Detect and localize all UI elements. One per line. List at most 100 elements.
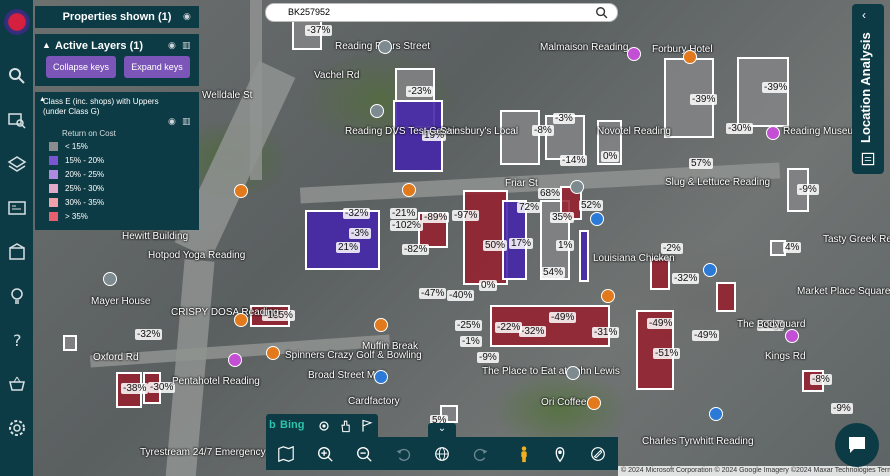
locate-me-icon[interactable] — [316, 418, 332, 434]
legend-label: > 35% — [65, 212, 88, 221]
poi-pin-icon[interactable] — [234, 184, 248, 198]
flag-icon[interactable] — [359, 418, 375, 434]
percent-label: 4% — [783, 242, 802, 253]
properties-shown-header[interactable]: Properties shown (1) ◉ — [35, 6, 199, 28]
street-view-button[interactable] — [514, 444, 534, 464]
property-polygon[interactable] — [716, 282, 736, 312]
poi-pin-icon[interactable] — [587, 396, 601, 410]
undo-button[interactable] — [393, 444, 413, 464]
undo-icon — [396, 448, 411, 461]
search-nav-button[interactable] — [0, 59, 33, 93]
trash-icon[interactable]: ▥ — [182, 40, 191, 51]
place-label: Vachel Rd — [314, 70, 360, 81]
percent-label: -1% — [460, 336, 482, 347]
chat-button[interactable] — [835, 423, 879, 467]
eye-icon[interactable]: ◉ — [183, 11, 191, 22]
chevron-left-icon[interactable]: ‹ — [862, 8, 866, 22]
poi-pin-icon[interactable] — [590, 212, 604, 226]
poi-pin-icon[interactable] — [683, 50, 697, 64]
percent-label: -8% — [532, 125, 554, 136]
percent-label: 57% — [689, 158, 714, 169]
percent-label: 17% — [509, 238, 534, 249]
location-analysis-panel[interactable]: ‹ Location Analysis — [852, 4, 884, 174]
chevron-down-icon: ⌄ — [437, 423, 447, 434]
zoom-in-button[interactable] — [315, 444, 335, 464]
percent-label: -9% — [477, 352, 499, 363]
poi-pin-icon[interactable] — [566, 366, 580, 380]
svg-text:?: ? — [13, 331, 22, 350]
draw-area-button[interactable] — [588, 444, 608, 464]
help-nav-button[interactable]: ? — [0, 323, 33, 357]
poi-pin-icon[interactable] — [785, 329, 799, 343]
poi-pin-icon[interactable] — [374, 370, 388, 384]
poi-pin-icon[interactable] — [234, 313, 248, 327]
property-polygon[interactable] — [579, 230, 589, 282]
poi-pin-icon[interactable] — [370, 104, 384, 118]
place-label: Charles Tyrwhitt Reading — [642, 436, 754, 447]
poi-pin-icon[interactable] — [402, 183, 416, 197]
zoom-in-icon — [318, 447, 333, 462]
collapse-keys-button[interactable]: Collapse keys — [46, 56, 116, 78]
legend-label: 20% - 25% — [65, 170, 105, 179]
app-logo-icon[interactable] — [3, 9, 30, 35]
poi-pin-icon[interactable] — [378, 40, 392, 54]
search-input[interactable] — [288, 7, 588, 17]
trash-icon[interactable]: ▥ — [182, 116, 191, 127]
search-icon — [8, 68, 25, 84]
place-label: Hewitt Building — [122, 231, 189, 242]
property-polygon[interactable] — [63, 335, 77, 351]
properties-shown-title: Properties shown (1) — [62, 11, 172, 23]
percent-label: 72% — [517, 202, 542, 213]
collapse-caret-icon[interactable]: ▲ — [42, 40, 51, 50]
report-icon[interactable] — [859, 151, 877, 167]
drop-pin-button[interactable] — [550, 444, 570, 464]
layers-nav-button[interactable] — [0, 147, 33, 181]
eye-icon[interactable]: ◉ — [168, 116, 176, 127]
expand-keys-button[interactable]: Expand keys — [124, 56, 190, 78]
place-label: The Bodyguard — [737, 319, 806, 330]
location-search-nav-button[interactable] — [0, 103, 33, 137]
poi-pin-icon[interactable] — [103, 272, 117, 286]
map-search-icon — [7, 113, 26, 129]
lightbulb-icon — [10, 288, 23, 304]
poi-pin-icon[interactable] — [266, 346, 280, 360]
place-label: Tasty Greek Reading — [823, 234, 890, 245]
legend-item: 25% - 30% — [49, 184, 104, 193]
poi-pin-icon[interactable] — [766, 126, 780, 140]
search-icon[interactable] — [595, 6, 609, 20]
property-polygon[interactable] — [500, 110, 540, 165]
redo-button[interactable] — [471, 444, 491, 464]
basket-nav-button[interactable] — [0, 367, 33, 401]
property-card-nav-button[interactable] — [0, 191, 33, 225]
help-icon: ? — [13, 331, 22, 350]
legend-subtitle: Return on Cost — [62, 129, 116, 138]
map-view-button[interactable] — [276, 444, 296, 464]
globe-button[interactable] — [432, 444, 452, 464]
buildings-nav-button[interactable] — [0, 235, 33, 269]
place-label: Kings Rd — [765, 351, 806, 362]
poi-pin-icon[interactable] — [703, 263, 717, 277]
poi-pin-icon[interactable] — [627, 47, 641, 61]
settings-nav-button[interactable] — [0, 411, 33, 445]
location-analysis-title: Location Analysis — [858, 32, 873, 144]
poi-pin-icon[interactable] — [709, 407, 723, 421]
legend-swatch — [49, 156, 58, 165]
poi-pin-icon[interactable] — [570, 180, 584, 194]
percent-label: -89% — [422, 212, 450, 223]
pan-hand-icon[interactable] — [338, 418, 354, 434]
percent-label: 0% — [479, 280, 498, 291]
property-polygon[interactable] — [305, 210, 380, 270]
insights-nav-button[interactable] — [0, 279, 33, 313]
percent-label: -97% — [452, 210, 480, 221]
percent-label: -31% — [592, 327, 620, 338]
percent-label: -3% — [553, 113, 575, 124]
poi-pin-icon[interactable] — [374, 318, 388, 332]
zoom-out-button[interactable] — [354, 444, 374, 464]
legend-item: > 35% — [49, 212, 88, 221]
percent-label: -32% — [343, 208, 371, 219]
poi-pin-icon[interactable] — [228, 353, 242, 367]
eye-icon[interactable]: ◉ — [168, 40, 176, 51]
poi-pin-icon[interactable] — [601, 289, 615, 303]
place-label: Spinners Crazy Golf & Bowling — [285, 350, 422, 361]
percent-label: -23% — [406, 86, 434, 97]
